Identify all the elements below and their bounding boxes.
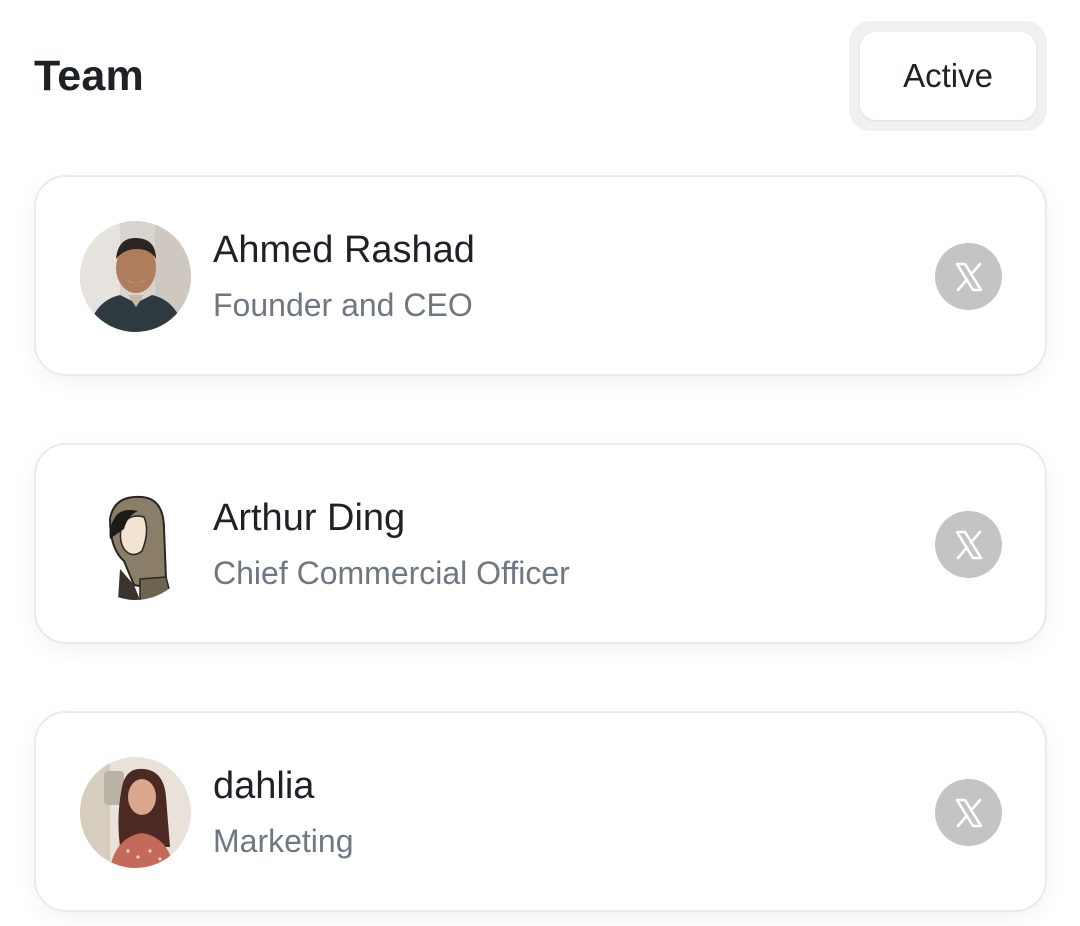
avatar-photo-man xyxy=(80,221,191,332)
member-name: dahlia xyxy=(213,765,315,807)
x-social-link[interactable] xyxy=(935,243,1002,310)
x-icon xyxy=(955,262,982,291)
member-role: Chief Commercial Officer xyxy=(213,555,570,591)
team-member-card: Arthur Ding Chief Commercial Officer xyxy=(34,443,1047,644)
x-icon xyxy=(955,530,982,559)
team-member-card: Ahmed Rashad Founder and CEO xyxy=(34,175,1047,376)
x-social-link[interactable] xyxy=(935,779,1002,846)
page-title: Team xyxy=(34,52,144,100)
avatar xyxy=(80,757,191,868)
member-name: Ahmed Rashad xyxy=(213,229,475,271)
team-member-card: dahlia Marketing xyxy=(34,711,1047,912)
status-filter: Active xyxy=(849,21,1047,131)
avatar xyxy=(80,221,191,332)
active-filter-button[interactable]: Active xyxy=(860,32,1036,120)
avatar-illustration-hooded xyxy=(80,489,191,600)
member-role: Founder and CEO xyxy=(213,287,473,323)
member-name: Arthur Ding xyxy=(213,497,406,539)
avatar-photo-woman xyxy=(80,757,191,868)
team-page: Team Active Ahmed Rashad Founder and CEO xyxy=(0,0,1080,926)
x-icon xyxy=(955,798,982,827)
x-social-link[interactable] xyxy=(935,511,1002,578)
member-role: Marketing xyxy=(213,823,354,859)
avatar xyxy=(80,489,191,600)
